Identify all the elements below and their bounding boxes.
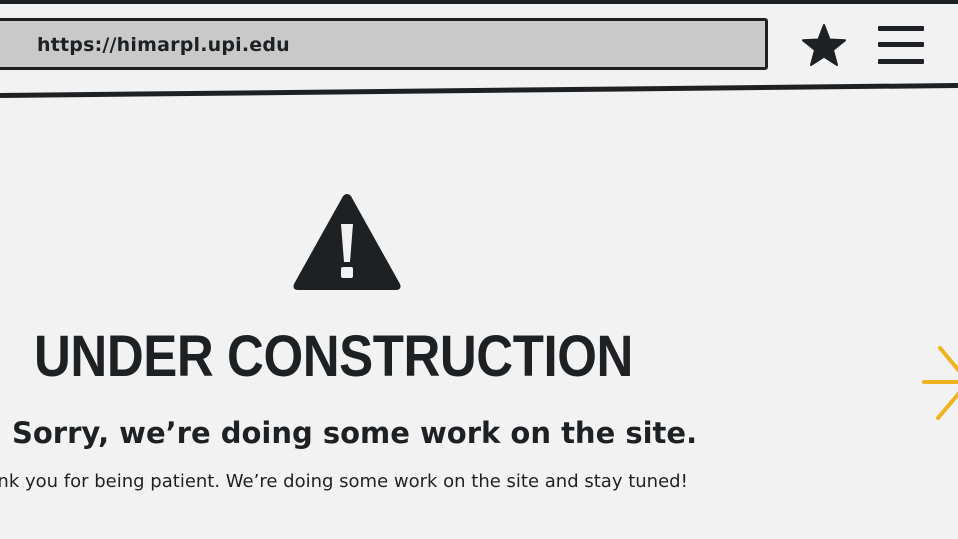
- hamburger-menu-icon[interactable]: [876, 22, 926, 68]
- page-message: Thank you for being patient. We’re doing…: [0, 471, 688, 492]
- menu-bar-bottom: [878, 59, 924, 64]
- warning-triangle-icon: [290, 190, 404, 294]
- menu-bar-middle: [878, 42, 924, 47]
- browser-frame-top-line: [0, 0, 958, 4]
- page-subheadline: Sorry, we’re doing some work on the site…: [12, 416, 698, 450]
- page-headline: UNDER CONSTRUCTION: [34, 324, 633, 389]
- browser-header-divider: [0, 82, 958, 98]
- menu-bar-top: [878, 26, 924, 31]
- address-bar-url[interactable]: https://himarpl.upi.edu: [37, 34, 290, 56]
- star-icon[interactable]: [800, 22, 848, 68]
- sparkle-icon: [920, 344, 958, 424]
- address-bar[interactable]: https://himarpl.upi.edu: [0, 18, 768, 70]
